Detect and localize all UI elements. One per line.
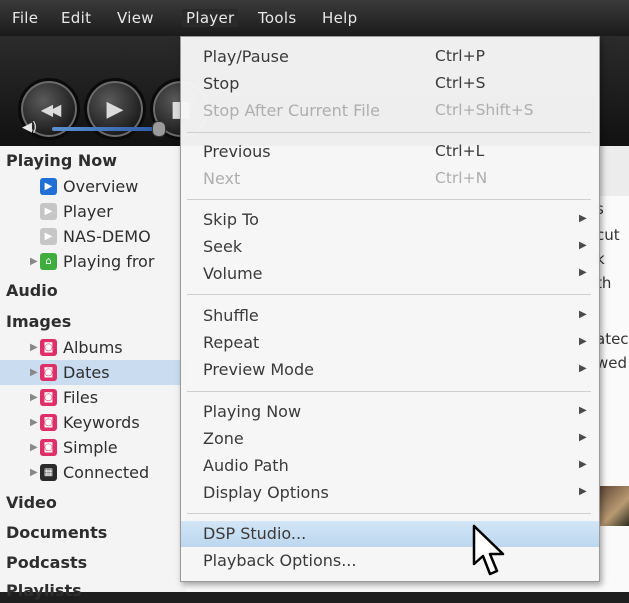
- camera-icon: ◙: [40, 389, 57, 406]
- submenu-arrow-icon: ▶: [579, 213, 587, 224]
- expand-arrow-icon[interactable]: ▶: [30, 256, 40, 267]
- column-fragment: th: [596, 274, 612, 292]
- menu-item-shuffle[interactable]: Shuffle ▶: [181, 303, 599, 329]
- camera-icon: ◙: [40, 339, 57, 356]
- menu-item-next: Next Ctrl+N: [203, 169, 488, 188]
- tree-documents[interactable]: Documents: [0, 520, 192, 545]
- menu-item-playing-now[interactable]: Playing Now ▶: [181, 399, 599, 425]
- submenu-arrow-icon: ▶: [579, 309, 587, 320]
- grid-icon: ▦: [40, 464, 57, 481]
- submenu-arrow-icon: ▶: [579, 432, 587, 443]
- menu-file[interactable]: File: [12, 9, 38, 27]
- menu-item-previous[interactable]: Previous Ctrl+L: [181, 139, 599, 165]
- expand-arrow-icon[interactable]: ▶: [30, 392, 40, 403]
- play-icon: ▶: [106, 96, 124, 122]
- volume-slider-handle[interactable]: [152, 121, 166, 137]
- expand-arrow-icon[interactable]: ▶: [30, 342, 40, 353]
- expand-arrow-icon[interactable]: ▶: [30, 442, 40, 453]
- player-icon: ▶: [40, 203, 57, 220]
- menu-separator: [187, 199, 591, 200]
- submenu-arrow-icon: ▶: [579, 405, 587, 416]
- tree-audio[interactable]: Audio: [0, 278, 192, 303]
- expand-arrow-icon[interactable]: ▶: [30, 467, 40, 478]
- tree-playlists[interactable]: Playlists: [0, 578, 192, 603]
- menu-item-dsp-studio[interactable]: DSP Studio...: [181, 521, 599, 547]
- menu-separator: [187, 294, 591, 295]
- menu-item-display-options[interactable]: Display Options ▶: [181, 480, 599, 506]
- tree-podcasts[interactable]: Podcasts: [0, 550, 192, 575]
- menu-item-zone[interactable]: Zone ▶: [181, 426, 599, 452]
- tree-images[interactable]: Images: [0, 309, 192, 334]
- menu-item-audio-path[interactable]: Audio Path ▶: [181, 453, 599, 479]
- menubar: File Edit View Player Tools Help: [0, 0, 629, 36]
- zone-icon: ▶: [40, 228, 57, 245]
- menu-item-playback-options[interactable]: Playback Options...: [181, 548, 599, 574]
- submenu-arrow-icon: ▶: [579, 459, 587, 470]
- column-fragment: s: [596, 200, 629, 218]
- volume-slider-track[interactable]: [52, 127, 158, 131]
- library-tree: Playing Now ▶ Overview ▶ Player ▶ NAS-DEMO …: [0, 146, 216, 600]
- menu-view[interactable]: View: [117, 9, 154, 27]
- menu-tools[interactable]: Tools: [258, 9, 296, 27]
- menu-help[interactable]: Help: [322, 9, 357, 27]
- menu-separator: [187, 391, 591, 392]
- camera-icon: ◙: [40, 364, 57, 381]
- submenu-arrow-icon: ▶: [579, 363, 587, 374]
- menu-item-seek[interactable]: Seek ▶: [181, 234, 599, 260]
- expand-arrow-icon[interactable]: ▶: [30, 417, 40, 428]
- submenu-arrow-icon: ▶: [579, 336, 587, 347]
- submenu-arrow-icon: ▶: [579, 486, 587, 497]
- column-fragment: k: [596, 250, 605, 268]
- menu-item-preview-mode[interactable]: Preview Mode ▶: [181, 357, 599, 383]
- menu-item-stop-after-current-file: Stop After Current File Ctrl+Shift+S: [203, 101, 534, 120]
- submenu-arrow-icon: ▶: [579, 267, 587, 278]
- mouse-pointer-icon: [472, 524, 505, 576]
- home-icon: ⌂: [40, 253, 57, 270]
- photo-thumbnail[interactable]: [598, 486, 629, 526]
- menu-separator: [187, 132, 591, 133]
- menu-edit[interactable]: Edit: [61, 9, 91, 27]
- submenu-arrow-icon: ▶: [579, 240, 587, 251]
- play-icon: ▶: [40, 178, 57, 195]
- column-fragment: atec: [596, 330, 629, 348]
- expand-arrow-icon[interactable]: ▶: [30, 367, 40, 378]
- volume-icon[interactable]: ◀): [22, 120, 37, 135]
- player-menu-dropdown: Play/Pause Ctrl+P Stop Ctrl+S Stop After…: [180, 36, 600, 582]
- menu-item-volume[interactable]: Volume ▶: [181, 261, 599, 287]
- tree-video[interactable]: Video: [0, 490, 192, 515]
- menu-separator: [187, 513, 591, 514]
- menu-item-repeat[interactable]: Repeat ▶: [181, 330, 599, 356]
- rewind-icon: ◀◀: [40, 99, 62, 119]
- camera-icon: ◙: [40, 414, 57, 431]
- menu-item-play-pause[interactable]: Play/Pause Ctrl+P: [181, 44, 599, 70]
- menu-player[interactable]: Player: [182, 9, 239, 27]
- tree-playing-now[interactable]: Playing Now: [0, 148, 192, 173]
- camera-icon: ◙: [40, 439, 57, 456]
- column-fragment: wed: [596, 354, 628, 372]
- menu-item-skip-to[interactable]: Skip To ▶: [181, 207, 599, 233]
- column-fragment: cut: [596, 226, 620, 244]
- menu-item-stop[interactable]: Stop Ctrl+S: [181, 71, 599, 97]
